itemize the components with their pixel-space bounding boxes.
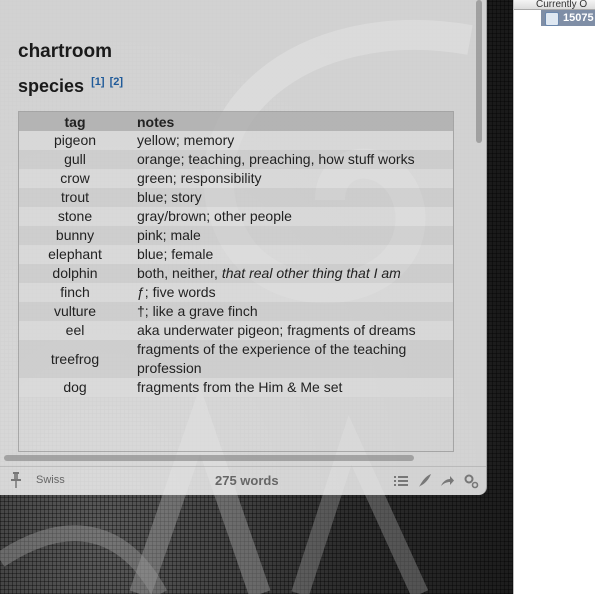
right-sidebar: Currently O 15075 [513,0,595,594]
tag-cell: eel [65,322,85,338]
status-bar: Swiss 275 words [0,466,486,495]
notes-cell: gray/brown; other people [137,208,292,224]
table-row: gull orange; teaching, preaching, how stu… [19,150,453,169]
document-title: chartroom [18,41,112,62]
theme-name[interactable]: Swiss [36,474,65,486]
table-row: eel aka underwater pigeon; fragments of d… [19,321,453,340]
notes-italic-text: that real other thing that I am [221,265,401,281]
table-row: crow green; responsibility [19,169,453,188]
vertical-scrollbar[interactable] [474,0,484,453]
horizontal-scroll-thumb[interactable] [4,455,414,461]
notes-cell: green; responsibility [137,170,262,186]
tag-cell: finch [60,284,90,300]
notes-cell: blue; story [137,189,202,205]
footnote-link-2[interactable]: [2] [110,76,123,88]
notes-cell: both, neither, that real other thing tha… [131,264,453,283]
list-icon[interactable] [393,473,409,489]
notes-cell: ƒ; five words [137,284,216,300]
document-icon [545,12,559,26]
tag-cell: stone [57,208,93,224]
horizontal-scrollbar[interactable] [0,453,474,463]
tag-cell: dolphin [52,265,98,281]
table-header-row: tag notes [19,112,453,131]
tag-cell: pigeon [53,132,97,148]
gear-icon[interactable] [463,473,479,489]
footnote-refs: [1] [2] [89,76,123,88]
panel-header: Currently O [514,0,595,10]
notes-cell: †; like a grave finch [137,303,258,319]
notes-cell: yellow; memory [137,132,235,148]
notes-cell: fragments from the Him & Me set [137,379,343,395]
column-header-notes: notes [131,112,453,131]
tag-cell: dog [63,379,87,395]
tag-cell: bunny [55,227,95,243]
share-icon[interactable] [439,473,455,489]
table-row: pigeon yellow; memory [19,131,453,150]
notes-cell: pink; male [137,227,201,243]
tag-cell: gull [64,151,86,167]
table-row: dog fragments from the Him & Me set [19,378,453,397]
tag-cell: trout [60,189,89,205]
quill-icon[interactable] [416,473,432,489]
footnote-link-1[interactable]: [1] [91,76,104,88]
table-row: finch ƒ; five words [19,283,453,302]
table-row: trout blue; story [19,188,453,207]
notes-plain-text: both, neither, [137,265,222,281]
editor-window: chartroom species [1] [2] tag notes pige… [0,0,487,495]
word-count: 275 words [215,473,279,488]
table-row: stone gray/brown; other people [19,207,453,226]
vertical-scroll-thumb[interactable] [476,0,482,143]
tag-cell: crow [60,170,90,186]
table-row: elephant blue; female [19,245,453,264]
column-header-tag: tag [19,112,131,131]
table-row: vulture †; like a grave finch [19,302,453,321]
table-row: bunny pink; male [19,226,453,245]
notes-cell: blue; female [137,246,214,262]
table-row: treefrog fragments of the experience of t… [19,340,453,378]
section-title-text: species [18,76,85,96]
pin-icon[interactable] [10,472,22,488]
section-heading: species [1] [2] [18,76,123,97]
tag-cell: treefrog [50,350,100,367]
species-table: tag notes pigeon yellow; memory gull orang… [18,111,454,452]
tag-cell: elephant [48,246,102,262]
notes-cell: aka underwater pigeon; fragments of drea… [137,322,416,338]
notes-cell: fragments of the experience of the teach… [137,341,407,376]
selected-document-row[interactable]: 15075 [541,10,595,26]
table-row: dolphin both, neither, that real other th… [19,264,453,283]
document-label: 15075 [563,12,594,24]
tag-cell: vulture [53,303,97,319]
notes-cell: orange; teaching, preaching, how stuff w… [137,151,415,167]
